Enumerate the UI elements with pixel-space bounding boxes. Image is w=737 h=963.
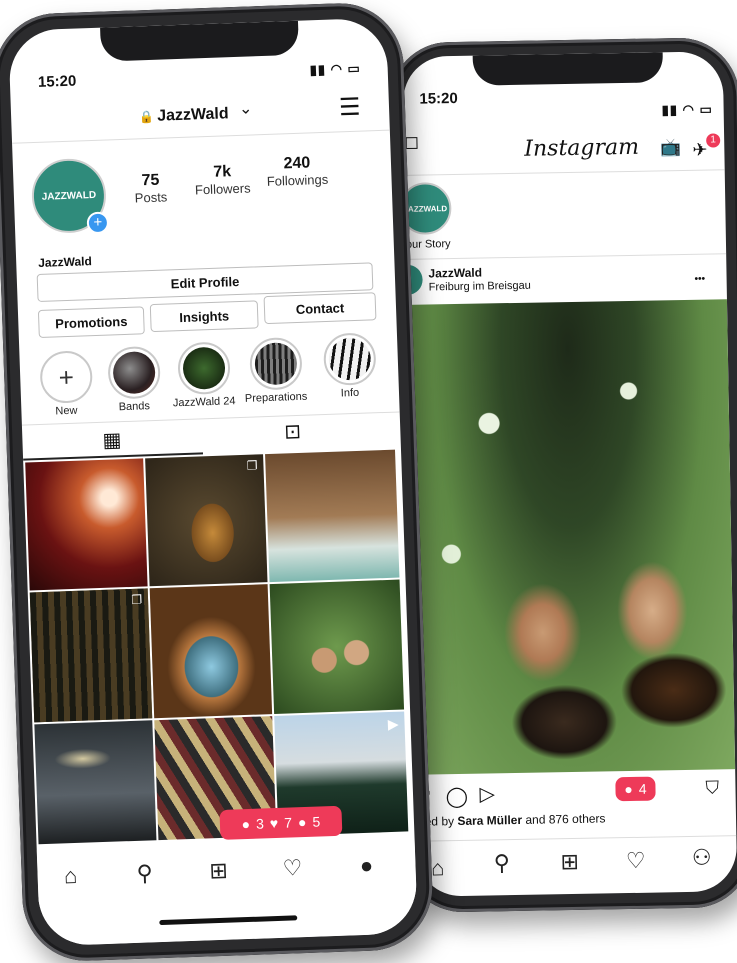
highlight-bands[interactable]	[107, 345, 162, 400]
avatar-text: JAZZWALD	[41, 189, 97, 203]
grid-view-icon[interactable]: ▦	[102, 427, 122, 453]
profile-name: JazzWald	[38, 254, 93, 270]
post-photo[interactable]	[407, 299, 736, 775]
video-icon: ▶	[387, 715, 399, 733]
account-name[interactable]: JazzWald	[157, 105, 229, 125]
app-title: Instagram	[524, 134, 640, 162]
notif-person-icon: ●	[297, 813, 307, 831]
highlight-jazzwald24[interactable]	[177, 341, 231, 396]
home-icon[interactable]: ⌂	[55, 863, 86, 890]
right-phone: 15:20 ▮▮ ◠ ▭ ◻ Instagram 📺 ✈ 1 JAZZWALD …	[388, 37, 737, 913]
left-status-icons: ▮▮ ◠ ▭	[309, 60, 362, 78]
comment-badge: ● 4	[615, 776, 656, 802]
left-phone-screen: 15:20 ▮▮ ◠ ▭ 🔒 JazzWald ⌄ ☰ JAZZWALD + 7…	[8, 17, 418, 947]
heart-icon[interactable]: ♡	[621, 848, 651, 875]
profile-icon[interactable]: ⚇	[686, 845, 716, 872]
direct-message-icon[interactable]: ✈	[692, 140, 707, 161]
topbar-divider	[404, 169, 725, 176]
stat-followers[interactable]: 7k Followers	[187, 162, 258, 197]
search-icon[interactable]: ⚲	[129, 860, 160, 887]
left-nav: ⌂ ⚲ ⊞ ♡ ●	[36, 837, 418, 947]
stat-followings[interactable]: 240 Followings	[257, 153, 338, 189]
right-status-time: 15:20	[419, 89, 458, 108]
stat-followings-label: Followings	[266, 171, 329, 189]
right-phone-screen: 15:20 ▮▮ ◠ ▭ ◻ Instagram 📺 ✈ 1 JAZZWALD …	[402, 51, 737, 897]
contact-button[interactable]: Contact	[263, 292, 377, 325]
post-location[interactable]: Freiburg im Breisgau	[429, 280, 531, 294]
highlight-preparations-image	[254, 342, 298, 386]
stat-posts-label: Posts	[134, 189, 168, 206]
tagged-icon[interactable]: ⊡	[284, 419, 302, 445]
notif-likes: 7	[283, 814, 293, 831]
comment-icon[interactable]: ◯	[445, 784, 468, 809]
highlight-info[interactable]	[322, 332, 377, 387]
right-nav: ⌂ ⚲ ⊞ ♡ ⚇	[416, 835, 737, 897]
highlight-preparations[interactable]	[249, 336, 303, 391]
comment-bubble-icon: ●	[241, 815, 251, 833]
story-label: our Story	[405, 238, 451, 251]
right-notch	[472, 52, 664, 86]
profile-icon[interactable]: ●	[351, 852, 382, 879]
highlight-bands-image	[112, 350, 156, 395]
carousel-icon: ❐	[246, 458, 258, 473]
highlight-info-image	[328, 337, 372, 381]
chevron-down-icon[interactable]: ⌄	[239, 98, 253, 118]
menu-icon[interactable]: ☰	[339, 93, 362, 123]
grid-photo-drums[interactable]	[34, 720, 157, 845]
liked-suffix[interactable]: and 876 others	[522, 811, 605, 826]
stories-divider	[406, 253, 727, 260]
home-indicator	[159, 915, 298, 926]
notif-follows: 5	[312, 813, 321, 830]
carousel-icon: ❐	[131, 592, 143, 607]
notif-heart-icon: ♥	[269, 814, 279, 832]
grid-photo-guitar[interactable]: ❐	[145, 454, 268, 587]
heart-icon[interactable]: ♡	[277, 855, 308, 882]
promotions-button[interactable]: Promotions	[37, 306, 145, 338]
share-icon[interactable]: ▷	[479, 781, 495, 806]
comment-badge-count: 4	[638, 780, 647, 797]
grid-photo-bar[interactable]	[265, 449, 400, 583]
add-icon[interactable]: ⊞	[203, 858, 234, 885]
igtv-icon[interactable]: 📺	[660, 138, 682, 158]
header-divider	[12, 129, 390, 144]
story-avatar[interactable]: JAZZWALD	[402, 182, 452, 235]
highlight-new[interactable]: +	[39, 350, 94, 404]
grid-photo-saxophone[interactable]	[25, 458, 148, 591]
stat-posts[interactable]: 75 Posts	[125, 171, 176, 206]
left-notch	[100, 20, 300, 62]
highlight-jazzwald24-image	[182, 346, 226, 390]
stat-posts-value: 75	[141, 171, 160, 190]
bookmark-icon[interactable]: ⛉	[705, 777, 719, 798]
search-icon[interactable]: ⚲	[487, 850, 517, 877]
grid-photo-musicians[interactable]	[269, 579, 405, 715]
liked-name[interactable]: Sara Müller	[457, 813, 522, 828]
lock-icon: 🔒	[138, 109, 155, 125]
add-icon[interactable]: ⊞	[555, 849, 585, 876]
activity-notification[interactable]: ● 3 ♥ 7 ● 5	[219, 805, 343, 840]
post-username[interactable]: JazzWald	[428, 266, 482, 281]
insights-button[interactable]: Insights	[149, 300, 259, 333]
story-avatar-text: JAZZWALD	[403, 203, 448, 214]
post-more-icon[interactable]: •••	[695, 274, 706, 285]
grid-photo-tent[interactable]	[149, 584, 273, 719]
right-status-icons: ▮▮ ◠ ▭	[661, 101, 713, 118]
left-status-time: 15:20	[37, 72, 77, 91]
grid-photo-forest[interactable]: ❐	[29, 588, 153, 723]
comment-bubble-icon: ●	[624, 780, 633, 798]
stat-followers-label: Followers	[194, 180, 251, 198]
dm-badge: 1	[706, 133, 721, 148]
notif-comments: 3	[255, 815, 265, 832]
liked-by-line: iked by Sara Müller and 876 others	[416, 811, 606, 828]
highlight-info-label: Info	[340, 386, 360, 400]
add-story-icon[interactable]: +	[86, 211, 110, 235]
left-phone: 15:20 ▮▮ ◠ ▭ 🔒 JazzWald ⌄ ☰ JAZZWALD + 7…	[0, 1, 435, 963]
